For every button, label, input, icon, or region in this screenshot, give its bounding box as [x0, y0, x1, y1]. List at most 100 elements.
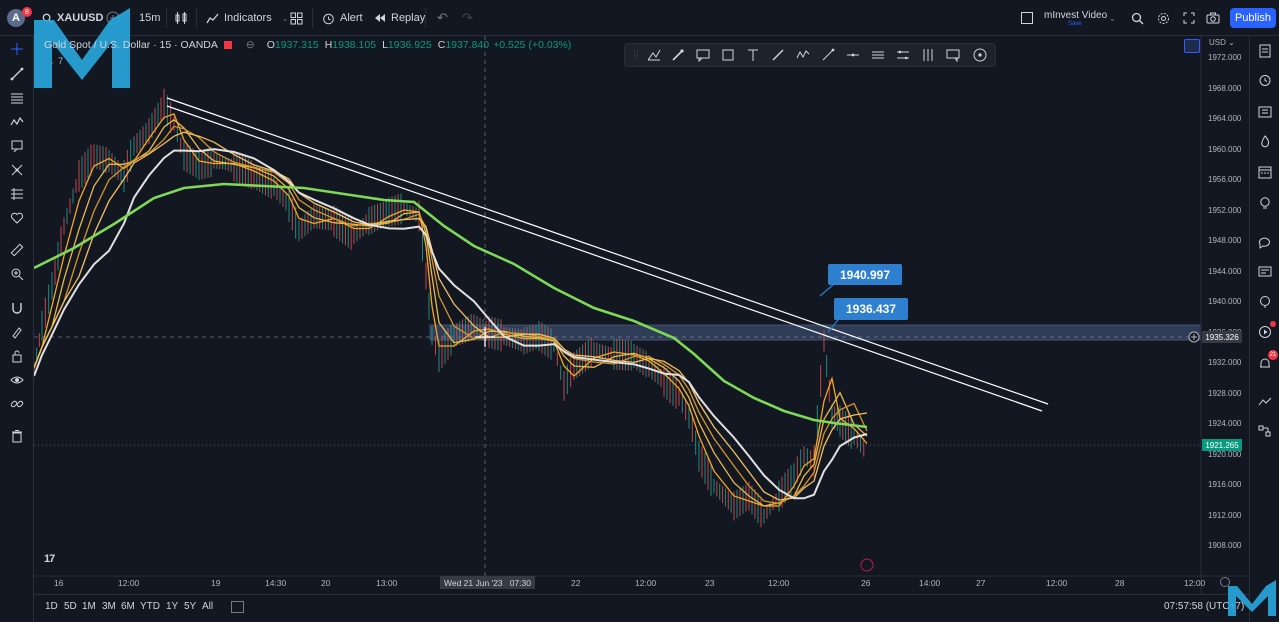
object-tree-icon[interactable]	[1255, 421, 1275, 441]
pencil-icon[interactable]	[769, 46, 787, 64]
chart-type-button[interactable]	[175, 0, 187, 36]
watchlist-icon[interactable]	[1255, 41, 1275, 61]
crosshair-icon[interactable]	[7, 39, 27, 59]
comment-icon[interactable]	[694, 46, 712, 64]
indicators-button[interactable]: Indicators ⌄	[206, 0, 288, 36]
layout-checkbox[interactable]	[1021, 0, 1033, 36]
indicators-icon	[206, 13, 219, 23]
magnet-icon[interactable]	[7, 298, 27, 318]
ruler-icon[interactable]	[7, 240, 27, 260]
date-range-icon[interactable]	[231, 601, 244, 613]
price-tick-label: 1968.000	[1208, 83, 1242, 93]
open-value: 1937.315	[274, 39, 319, 51]
range-1m-button[interactable]: 1M	[82, 601, 96, 612]
time-tick-label: 28	[1115, 578, 1125, 588]
quick-search-button[interactable]	[1131, 0, 1144, 36]
zoom-icon[interactable]	[7, 264, 27, 284]
lock-icon[interactable]	[7, 346, 27, 366]
data-window-icon[interactable]	[1255, 102, 1275, 122]
range-1d-button[interactable]: 1D	[45, 601, 58, 612]
object-tree-button[interactable]	[1184, 39, 1200, 53]
range-6m-button[interactable]: 6M	[121, 601, 135, 612]
close-key: C	[437, 39, 446, 51]
dom-icon[interactable]	[1255, 392, 1275, 412]
range-ytd-button[interactable]: YTD	[140, 601, 160, 612]
price-tick-label: 1944.000	[1208, 266, 1242, 276]
layout-menu-chevron-icon[interactable]: ⌄	[1109, 0, 1116, 36]
collapse-chevron-icon: ⌄	[48, 56, 56, 66]
channel-icon[interactable]	[869, 46, 887, 64]
alarm-icon[interactable]	[1255, 70, 1275, 90]
trash-icon[interactable]	[7, 426, 27, 446]
parallel-channel-icon[interactable]	[894, 46, 912, 64]
fullscreen-button[interactable]	[1183, 0, 1195, 36]
stay-in-drawing-icon[interactable]	[7, 322, 27, 342]
brush-icon[interactable]	[7, 136, 27, 156]
legend-menu-icon[interactable]: ⊖	[246, 39, 255, 51]
text-tool-icon[interactable]	[744, 46, 762, 64]
snapshot-button[interactable]	[1206, 0, 1220, 36]
interval-button[interactable]: 15m	[139, 0, 160, 36]
color-picker-icon[interactable]	[669, 46, 687, 64]
measure-icon[interactable]	[7, 184, 27, 204]
favorites-icon[interactable]	[7, 208, 27, 228]
rectangle-icon[interactable]	[719, 46, 737, 64]
range-3m-button[interactable]: 3M	[102, 601, 116, 612]
currency-text: USD	[1209, 38, 1226, 47]
calendar-icon[interactable]	[1255, 162, 1275, 182]
top-toolbar: A 8 XAUUSD 15m Indicators ⌄ Alert Replay…	[0, 0, 1279, 36]
text-icon[interactable]	[7, 160, 27, 180]
symbol-title[interactable]: Gold Spot / U.S. Dollar · 15 · OANDA	[44, 39, 218, 51]
replay-button[interactable]: Replay	[374, 0, 425, 36]
range-5d-button[interactable]: 5D	[64, 601, 77, 612]
time-tick-label: 23	[705, 578, 715, 588]
high-value: 1938.105	[332, 39, 377, 51]
more-options-icon[interactable]	[971, 46, 989, 64]
price-tick-label: 1940.000	[1208, 297, 1242, 306]
streams-icon[interactable]	[1255, 292, 1275, 312]
pattern-icon[interactable]	[7, 112, 27, 132]
horizontal-line-icon[interactable]	[844, 46, 862, 64]
replay-label: Replay	[391, 12, 426, 24]
note-icon[interactable]	[944, 46, 962, 64]
currency-label[interactable]: USD ⌄	[1209, 38, 1235, 47]
price-chart[interactable]	[34, 36, 1249, 594]
price-tick-label: 1916.000	[1208, 480, 1242, 489]
camera-icon	[1206, 12, 1220, 24]
time-tick-label: 13:00	[376, 578, 398, 588]
notifications-dot	[1270, 321, 1276, 327]
chat-icon[interactable]	[1255, 232, 1275, 252]
redo-icon[interactable]: ↷	[462, 0, 473, 36]
position-icon[interactable]	[919, 46, 937, 64]
price-callout-lower[interactable]: 1936.437	[834, 298, 908, 320]
drawing-toolbar	[0, 36, 34, 622]
range-5y-button[interactable]: 5Y	[184, 601, 196, 612]
link-icon[interactable]	[7, 394, 27, 414]
path-icon[interactable]	[794, 46, 812, 64]
change-value: +0.525 (+0.03%)	[493, 39, 572, 51]
indicator-count[interactable]: ⌄ 7	[48, 56, 63, 67]
line-tool-icon[interactable]	[645, 46, 663, 64]
range-all-button[interactable]: All	[202, 601, 213, 612]
time-tick-label: 26	[861, 578, 871, 588]
alert-button[interactable]: Alert	[322, 0, 363, 36]
undo-icon[interactable]: ↶	[437, 0, 448, 36]
drag-handle-icon[interactable]: ⁞⁞	[627, 46, 645, 64]
layout-name[interactable]: mInvest Video	[1044, 10, 1107, 21]
settings-button[interactable]	[1157, 0, 1170, 36]
news-icon[interactable]	[1255, 262, 1275, 282]
ideas-icon[interactable]	[1255, 193, 1275, 213]
ray-icon[interactable]	[819, 46, 837, 64]
price-callout-upper[interactable]: 1940.997	[828, 264, 902, 285]
publish-button[interactable]: Publish	[1230, 8, 1276, 28]
low-value: 1936.925	[387, 39, 432, 51]
hotlist-icon[interactable]	[1255, 132, 1275, 152]
quick-search-icon	[1131, 12, 1144, 24]
eye-icon[interactable]	[7, 370, 27, 390]
range-1y-button[interactable]: 1Y	[166, 601, 178, 612]
time-tick-label: 22	[571, 578, 581, 588]
templates-button[interactable]	[290, 0, 303, 36]
trendline-icon[interactable]	[7, 64, 27, 84]
time-tick-label: 12:00	[768, 578, 790, 588]
fib-icon[interactable]	[7, 88, 27, 108]
